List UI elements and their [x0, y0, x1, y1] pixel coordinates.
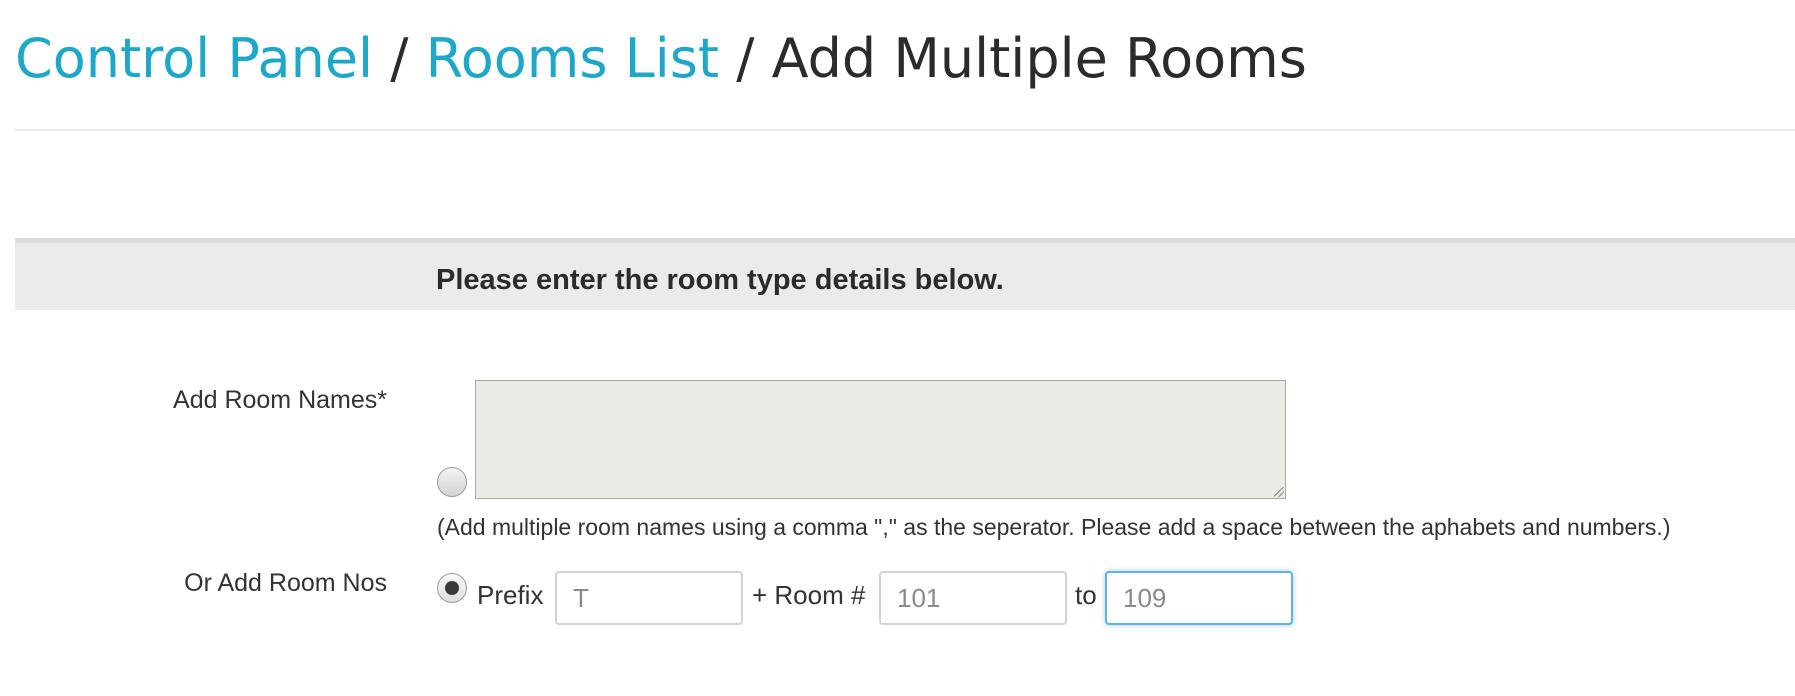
- breadcrumb-control-panel-link[interactable]: Control Panel: [15, 27, 373, 90]
- breadcrumb: Control Panel / Rooms List / Add Multipl…: [15, 22, 1307, 96]
- header-divider: [15, 129, 1795, 131]
- section-header: Please enter the room type details below…: [15, 238, 1795, 310]
- room-nos-radio[interactable]: [437, 573, 467, 603]
- prefix-input[interactable]: [555, 571, 743, 625]
- room-to-input[interactable]: [1105, 571, 1293, 625]
- to-label: to: [1075, 580, 1097, 610]
- room-names-help-text: (Add multiple room names using a comma "…: [437, 514, 1671, 540]
- room-number-label: + Room #: [752, 580, 866, 610]
- room-names-textarea[interactable]: [475, 380, 1286, 499]
- room-names-radio[interactable]: [437, 467, 467, 497]
- room-names-wrapper: [475, 380, 1286, 499]
- room-from-input[interactable]: [879, 571, 1067, 625]
- breadcrumb-separator: /: [736, 27, 755, 90]
- breadcrumb-separator: /: [390, 27, 409, 90]
- prefix-label: Prefix: [477, 580, 544, 610]
- resize-grip-icon[interactable]: [1274, 487, 1284, 497]
- radio-selected-dot-icon: [445, 581, 459, 595]
- section-title: Please enter the room type details below…: [436, 264, 1004, 296]
- room-nos-label: Or Add Room Nos: [184, 569, 387, 597]
- breadcrumb-rooms-list-link[interactable]: Rooms List: [426, 27, 719, 90]
- room-names-label: Add Room Names*: [173, 386, 387, 414]
- page-title: Add Multiple Rooms: [771, 27, 1307, 90]
